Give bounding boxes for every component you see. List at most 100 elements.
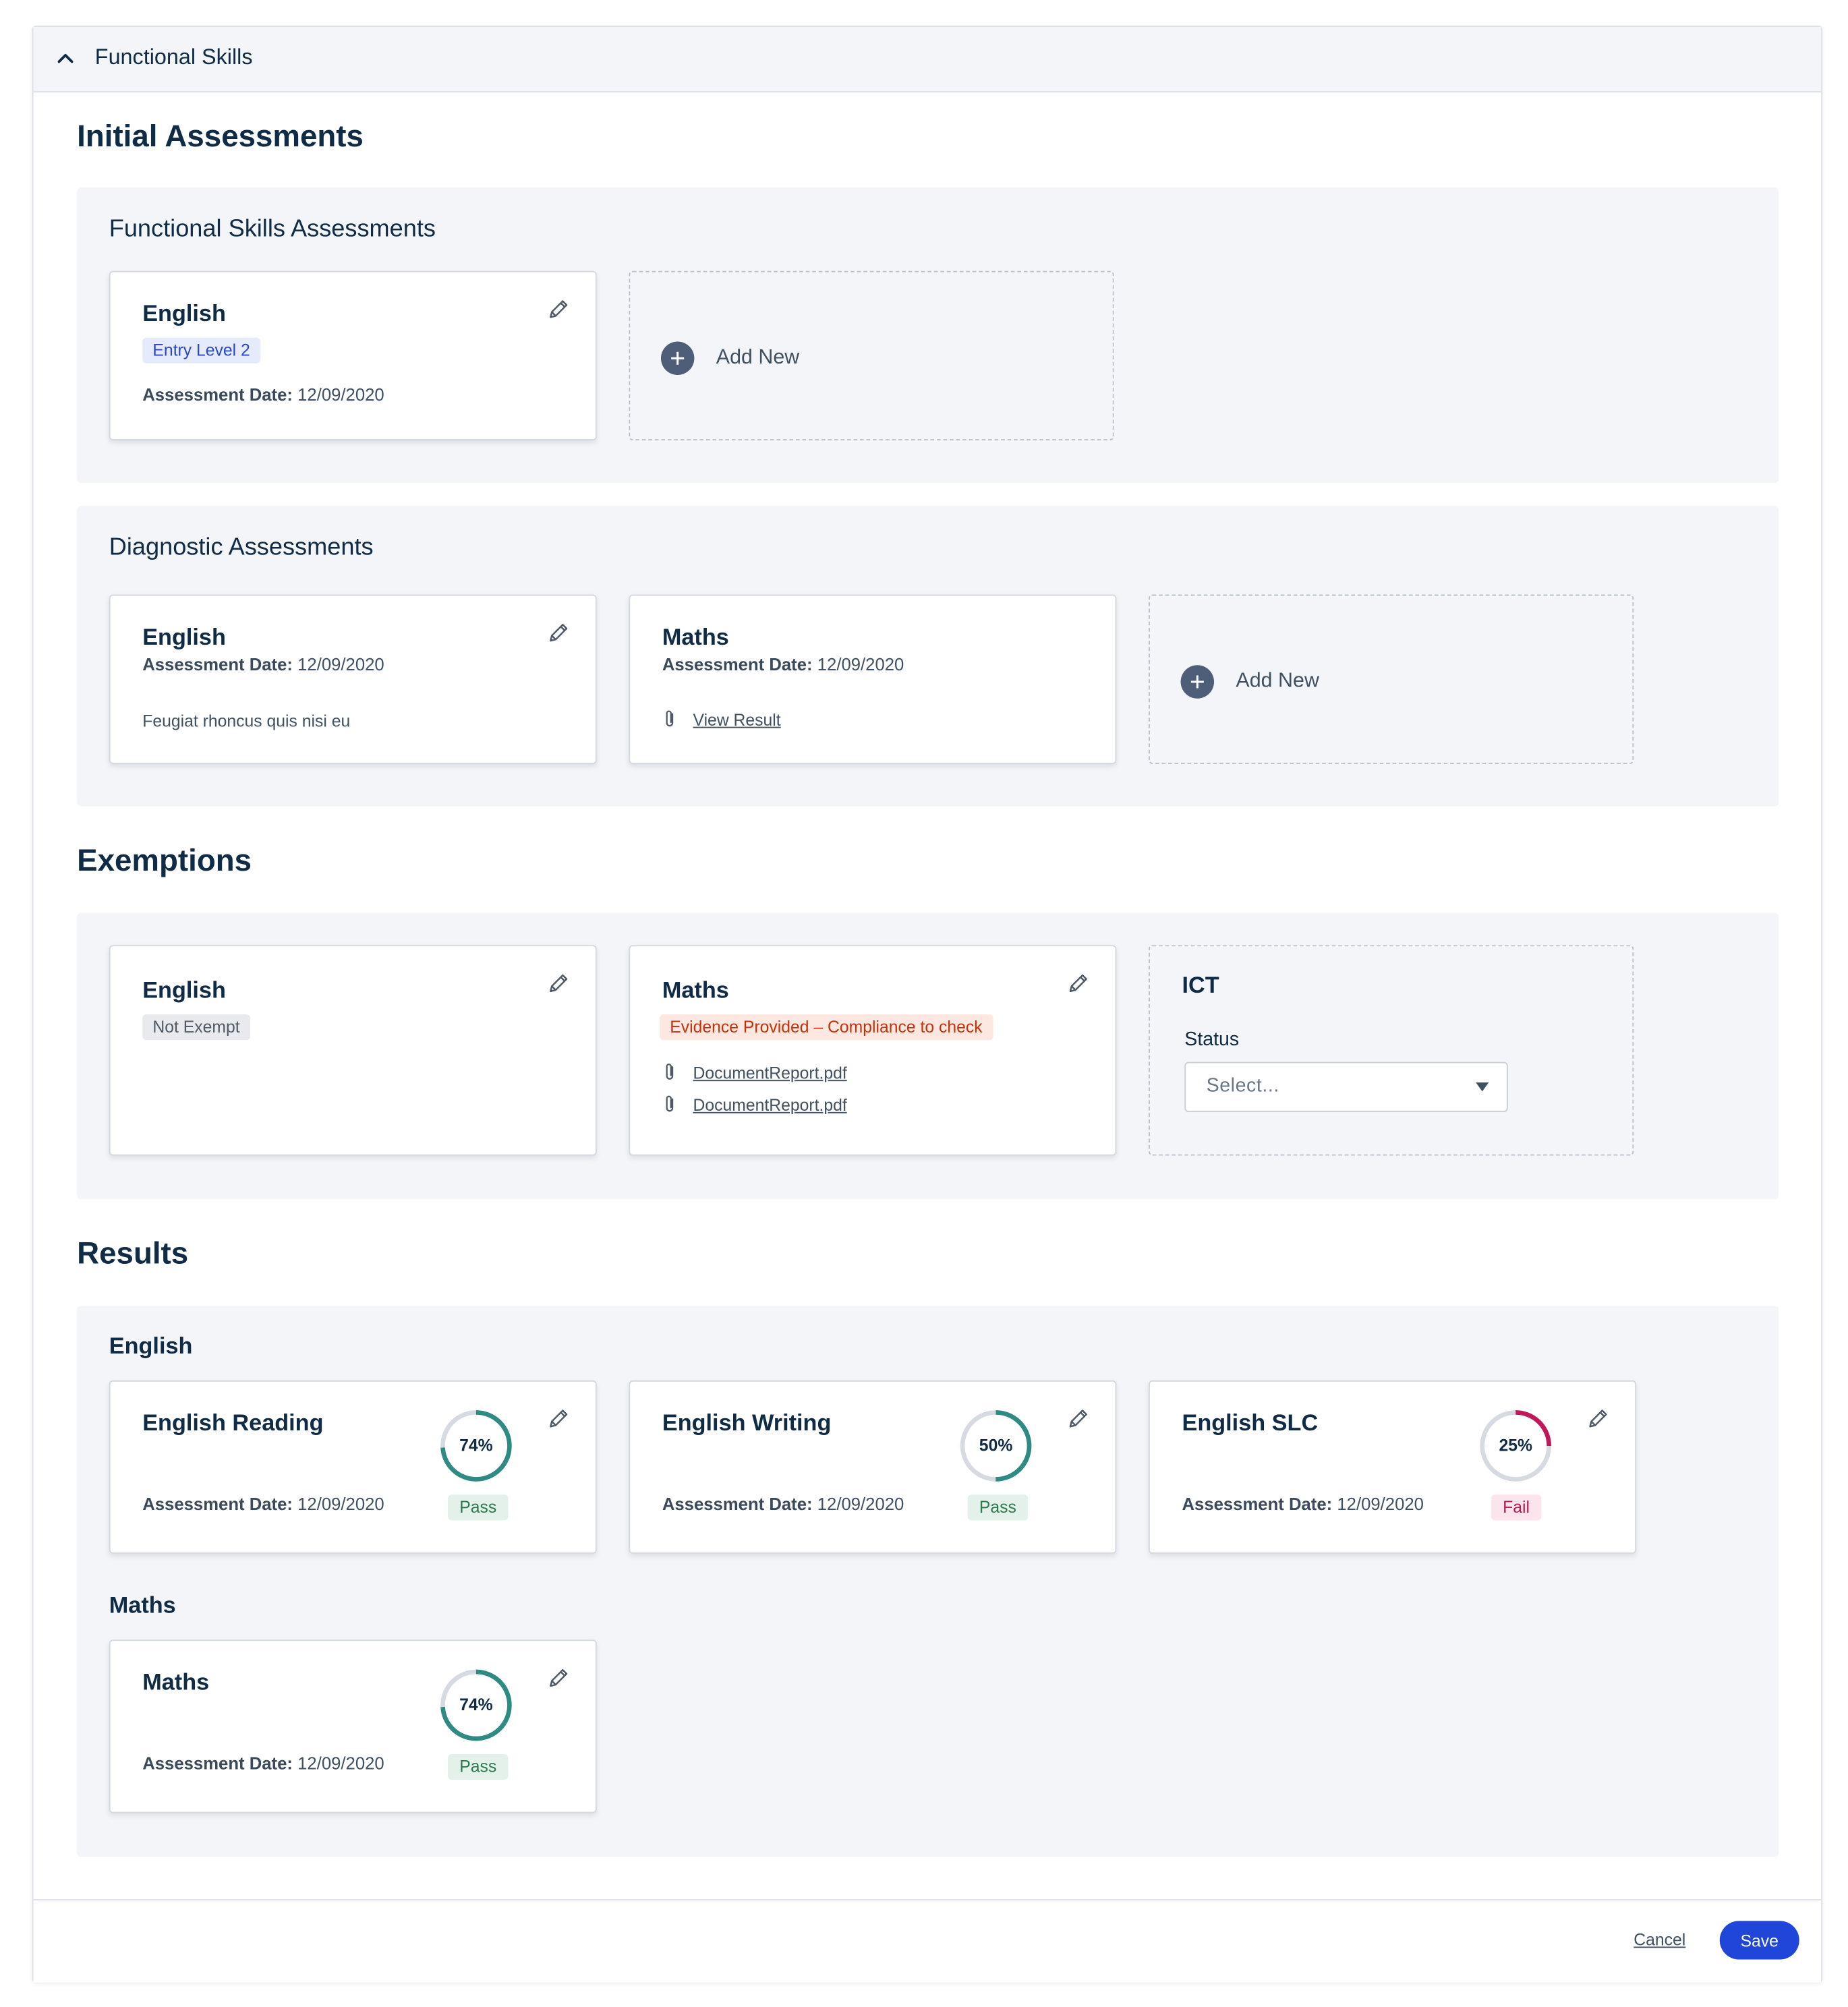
attachment-item: DocumentReport.pdf <box>662 1062 847 1082</box>
result-title: English Writing <box>662 1409 832 1436</box>
status-label: Status <box>1184 1028 1240 1051</box>
date-label: Assessment Date: <box>142 655 293 674</box>
card-title: ICT <box>1182 972 1219 998</box>
date-label: Assessment Date: <box>142 1494 293 1514</box>
pencil-icon[interactable] <box>1066 972 1089 995</box>
add-new-button[interactable]: Add New <box>660 341 800 375</box>
plus-icon <box>660 341 695 375</box>
diagnostic-card-english: English Assessment Date: 12/09/2020 Feug… <box>109 594 597 764</box>
assessment-date: Assessment Date: 12/09/2020 <box>1182 1494 1423 1514</box>
exemptions-heading: Exemptions <box>77 843 252 879</box>
exemption-card-english: English Not Exempt <box>109 945 597 1156</box>
panel-header[interactable]: Functional Skills <box>33 26 1822 93</box>
score-percent: 74% <box>459 1435 493 1455</box>
date-label: Assessment Date: <box>662 1494 813 1514</box>
pencil-icon[interactable] <box>1066 1407 1089 1430</box>
result-badge: Pass <box>448 1494 509 1521</box>
date-value: 12/09/2020 <box>817 1494 904 1514</box>
pencil-icon[interactable] <box>547 972 570 995</box>
caret-down-icon <box>1476 1082 1489 1092</box>
functional-skills-assessments-section: Functional Skills Assessments English En… <box>77 187 1779 483</box>
initial-assessments-heading: Initial Assessments <box>77 119 364 154</box>
panel-title: Functional Skills <box>94 45 253 69</box>
results-heading: Results <box>77 1236 189 1271</box>
date-value: 12/09/2020 <box>297 385 384 405</box>
functional-skills-assessments-heading: Functional Skills Assessments <box>109 215 436 243</box>
score-gauge: 74% <box>439 1668 513 1742</box>
date-value: 12/09/2020 <box>297 1753 384 1774</box>
pencil-icon[interactable] <box>547 1666 570 1689</box>
view-result-attachment: View Result <box>662 709 781 729</box>
pencil-icon[interactable] <box>547 622 570 645</box>
panel-footer: Cancel Save <box>33 1899 1822 1983</box>
score-gauge: 50% <box>958 1409 1033 1483</box>
date-label: Assessment Date: <box>662 655 813 674</box>
attachment-item: DocumentReport.pdf <box>662 1094 847 1114</box>
result-badge: Fail <box>1491 1494 1542 1521</box>
date-value: 12/09/2020 <box>1337 1494 1424 1514</box>
card-title: Maths <box>662 624 729 650</box>
assessment-date: Assessment Date: 12/09/2020 <box>142 655 384 674</box>
exemption-card-maths: Maths Evidence Provided – Compliance to … <box>629 945 1117 1156</box>
assessment-note: Feugiat rhoncus quis nisi eu <box>142 711 351 731</box>
view-result-link[interactable]: View Result <box>693 709 781 729</box>
result-badge: Pass <box>967 1494 1028 1521</box>
select-placeholder: Select... <box>1206 1074 1279 1097</box>
result-card: English Writing 50% Pass Assessment Date: 1… <box>629 1380 1117 1554</box>
result-badge: Pass <box>448 1753 509 1780</box>
score-gauge: 25% <box>1478 1409 1553 1483</box>
assessment-date: Assessment Date: 12/09/2020 <box>142 385 384 405</box>
diagnostic-card-maths: Maths Assessment Date: 12/09/2020 View R… <box>629 594 1117 764</box>
score-gauge: 74% <box>439 1409 513 1483</box>
level-tag: Entry Level 2 <box>142 337 261 363</box>
pencil-icon[interactable] <box>1586 1407 1609 1430</box>
card-title: English <box>142 977 226 1004</box>
pencil-icon[interactable] <box>547 1407 570 1430</box>
add-new-diagnostic-assessment[interactable]: Add New <box>1149 594 1634 764</box>
save-button[interactable]: Save <box>1719 1921 1799 1960</box>
exempt-status-tag: Evidence Provided – Compliance to check <box>660 1014 993 1041</box>
exemptions-section: English Not Exempt Maths Evidence Provid… <box>77 912 1779 1200</box>
diagnostic-assessments-section: Diagnostic Assessments English Assessmen… <box>77 506 1779 807</box>
plus-icon <box>1180 665 1215 699</box>
card-title: English <box>142 300 226 326</box>
date-value: 12/09/2020 <box>817 655 904 674</box>
date-value: 12/09/2020 <box>297 655 384 674</box>
assessment-date: Assessment Date: 12/09/2020 <box>142 1494 384 1514</box>
diagnostic-assessments-heading: Diagnostic Assessments <box>109 534 374 562</box>
status-select[interactable]: Select... <box>1184 1061 1508 1112</box>
date-label: Assessment Date: <box>142 1753 293 1774</box>
results-maths-heading: Maths <box>109 1592 176 1619</box>
assessment-date: Assessment Date: 12/09/2020 <box>142 1754 384 1774</box>
assessment-date: Assessment Date: 12/09/2020 <box>662 1494 904 1514</box>
result-title: English Reading <box>142 1409 324 1436</box>
assessment-date: Assessment Date: 12/09/2020 <box>662 655 904 674</box>
cancel-button[interactable]: Cancel <box>1634 1930 1685 1950</box>
card-title: Maths <box>662 977 729 1004</box>
result-card: English SLC 25% Fail Assessment Date: 12/09… <box>1149 1380 1637 1554</box>
chevron-up-icon[interactable] <box>57 49 75 67</box>
date-value: 12/09/2020 <box>297 1494 384 1514</box>
add-new-label: Add New <box>716 347 800 369</box>
assessment-card-english: English Entry Level 2 Assessment Date: 1… <box>109 270 597 441</box>
add-new-button[interactable]: Add New <box>1180 665 1319 699</box>
score-percent: 50% <box>979 1435 1013 1455</box>
result-title: Maths <box>142 1669 210 1695</box>
results-english-heading: English <box>109 1333 193 1359</box>
result-card: English Reading 74% Pass Assessment Date: 1… <box>109 1380 597 1554</box>
paperclip-icon <box>666 710 674 727</box>
date-label: Assessment Date: <box>1182 1494 1333 1514</box>
paperclip-icon <box>666 1095 674 1112</box>
functional-skills-panel: Functional Skills Initial Assessments Fu… <box>32 26 1822 1983</box>
attachment-link[interactable]: DocumentReport.pdf <box>693 1063 847 1082</box>
pencil-icon[interactable] <box>547 298 570 321</box>
result-card: Maths 74% Pass Assessment Date: 12/09/2020 <box>109 1639 597 1813</box>
add-new-functional-assessment[interactable]: Add New <box>629 270 1114 441</box>
attachment-link[interactable]: DocumentReport.pdf <box>693 1095 847 1114</box>
paperclip-icon <box>666 1064 674 1080</box>
score-percent: 74% <box>459 1695 493 1714</box>
exemption-card-ict: ICT Status Select... <box>1149 945 1634 1156</box>
add-new-label: Add New <box>1236 670 1319 693</box>
result-title: English SLC <box>1182 1409 1319 1436</box>
results-section: English English Reading 74% Pass Assessment… <box>77 1306 1779 1857</box>
